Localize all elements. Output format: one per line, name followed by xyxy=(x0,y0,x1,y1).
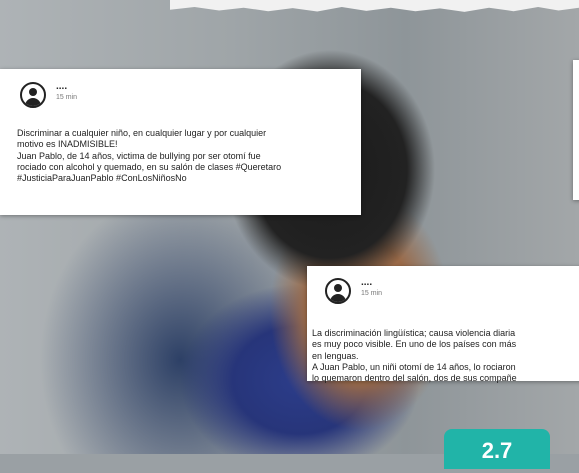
user-avatar-icon xyxy=(20,82,46,108)
post-line: en lenguas. xyxy=(312,350,359,361)
social-post-card-partial xyxy=(573,60,579,200)
post-timestamp: 15 min xyxy=(56,94,78,101)
post-line: rociado con alcohol y quemado, en su sal… xyxy=(17,161,282,172)
post-line: Juan Pablo, de 14 años, victima de bully… xyxy=(17,150,261,161)
post-line: A Juan Pablo, un niñi otomí de 14 años, … xyxy=(312,361,516,372)
post-line: Discriminar a cualquier niño, en cualqui… xyxy=(17,128,267,138)
social-post-card[interactable]: .... 15 min La discriminación lingüístic… xyxy=(307,266,579,383)
post-line: lo quemaron dentro del salón, dos de sus… xyxy=(312,373,517,384)
stat-badge: 2.7 xyxy=(444,429,550,469)
post-line: motivo es INADMISIBLE! xyxy=(17,139,118,150)
post-line: #JusticiaParaJuanPablo #ConLosNiñosNo xyxy=(17,173,187,184)
post-username: .... xyxy=(56,81,68,92)
post-username: .... xyxy=(361,277,373,288)
post-header: .... 15 min xyxy=(20,82,77,108)
user-avatar-icon xyxy=(325,278,351,304)
social-post-card[interactable]: .... 15 min Discriminar a cualquier niño… xyxy=(0,69,361,215)
post-timestamp: 15 min xyxy=(361,290,383,297)
post-body: Discriminar a cualquier niño, en cualqui… xyxy=(17,128,353,185)
post-line: La discriminación lingüística; causa vio… xyxy=(312,328,516,338)
post-line: es muy poco visible. En uno de los paíse… xyxy=(312,339,517,350)
post-header: .... 15 min xyxy=(325,278,382,304)
post-body: La discriminación lingüística; causa vio… xyxy=(312,328,579,385)
